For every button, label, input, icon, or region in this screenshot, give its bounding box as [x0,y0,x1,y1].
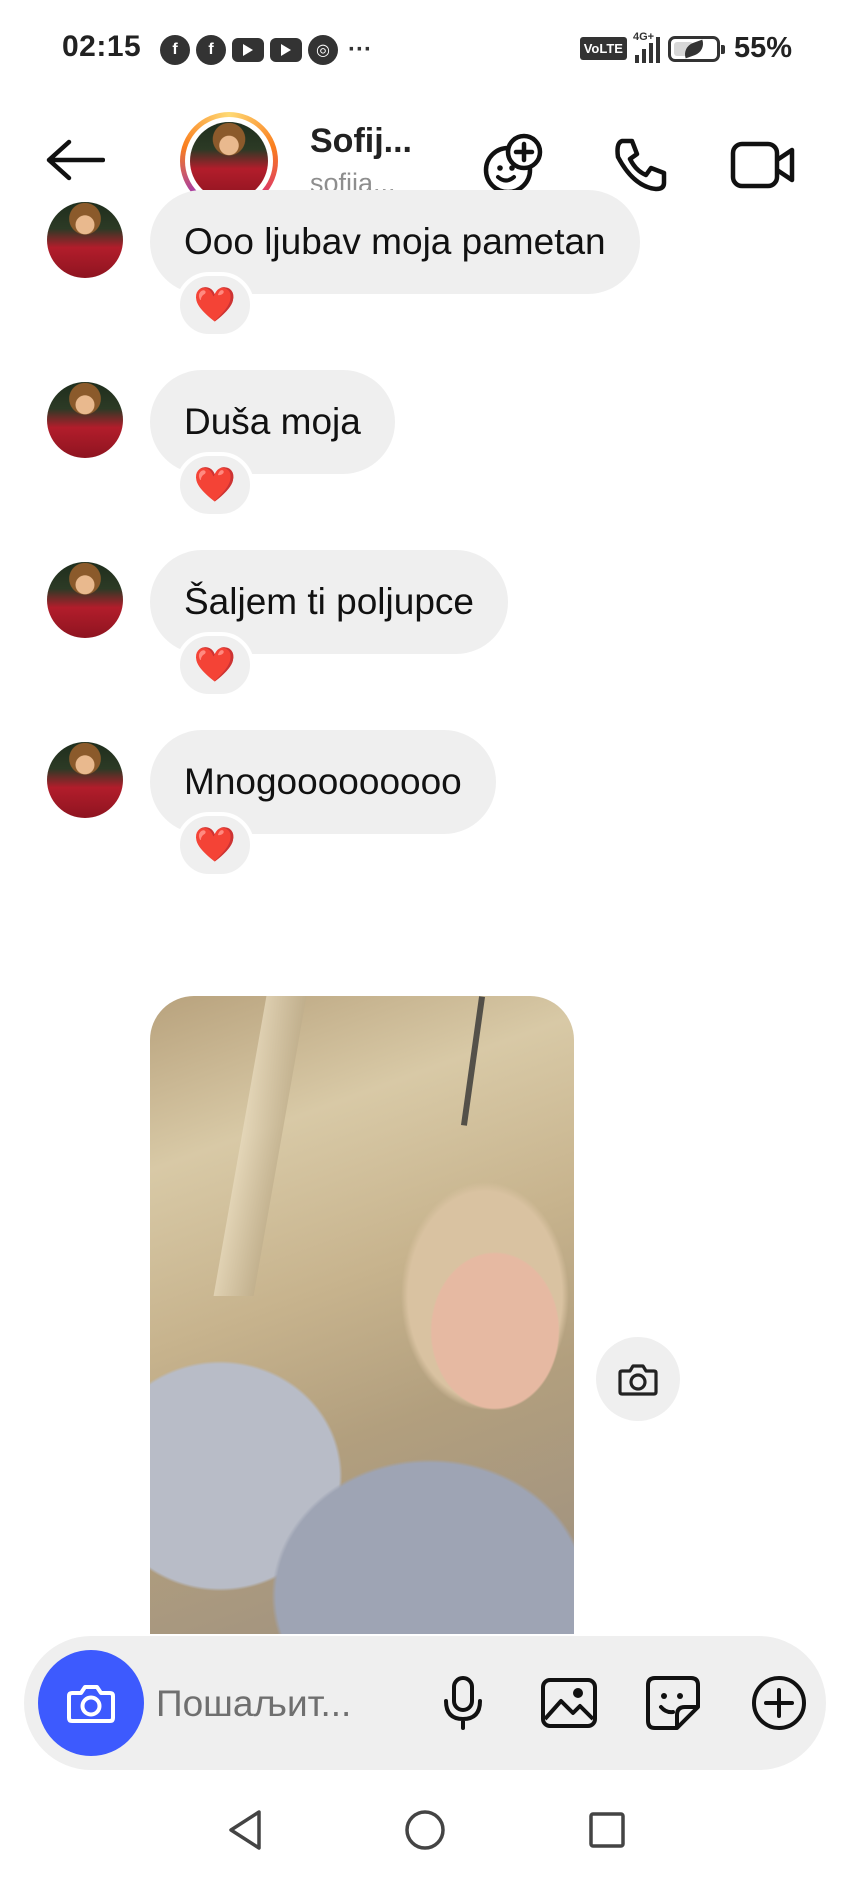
more-options-button[interactable] [744,1668,814,1738]
triangle-back-icon [229,1810,261,1850]
signal-icon: 4G+ [633,31,660,63]
heart-reaction[interactable]: ❤️ [176,452,254,518]
sticker-button[interactable] [638,1668,708,1738]
plus-circle-icon [752,1676,806,1730]
circle-home-icon [405,1810,445,1850]
photo-camera-button[interactable] [596,1337,680,1421]
voice-message-button[interactable] [428,1668,498,1738]
face-plus-icon [483,133,543,195]
message-bubble[interactable]: Duša moja [150,370,395,474]
video-call-button[interactable] [728,130,798,200]
more-notifications-icon: ··· [348,36,372,63]
youtube-icon [270,38,302,62]
heart-icon: ❤️ [193,646,237,684]
message-composer [24,1636,826,1770]
battery-icon [667,35,725,62]
back-button[interactable] [40,130,110,190]
sender-avatar[interactable] [47,202,123,278]
video-camera-icon [730,141,795,189]
heart-reaction[interactable]: ❤️ [176,812,254,878]
sender-avatar[interactable] [47,562,123,638]
sender-avatar[interactable] [47,382,123,458]
chrome-icon: ◎ [308,35,338,65]
sender-avatar[interactable] [47,742,123,818]
gallery-button[interactable] [534,1668,604,1738]
photo-message[interactable] [150,996,574,1634]
youtube-icon [232,38,264,62]
camera-icon [618,1364,658,1396]
nav-recents-button[interactable] [577,1800,637,1860]
network-type: 4G+ [632,30,655,43]
microphone-icon [444,1676,482,1730]
battery-percent: 55% [733,32,792,64]
image-icon [541,1678,597,1728]
facebook-icon: f [196,35,226,65]
sticker-icon [646,1676,700,1730]
system-nav-bar [0,1786,850,1881]
heart-reaction[interactable]: ❤️ [176,272,254,338]
voice-call-button[interactable] [605,130,675,200]
nav-home-button[interactable] [395,1800,455,1860]
avatar [190,122,268,200]
phone-icon [615,138,667,192]
nav-back-button[interactable] [215,1800,275,1860]
message-thread[interactable]: Ooo ljubav moja pametan ❤️ Duša moja ❤️ … [0,190,850,1634]
arrow-left-icon [46,139,105,181]
heart-icon: ❤️ [193,826,237,864]
heart-reaction[interactable]: ❤️ [176,632,254,698]
status-time: 02:15 [62,30,142,63]
square-recents-icon [589,1812,625,1848]
facebook-icon: f [160,35,190,65]
notification-icons: f f ◎ ··· [160,35,372,65]
heart-icon: ❤️ [193,466,237,504]
camera-button[interactable] [38,1650,144,1756]
camera-icon [67,1685,115,1723]
message-input[interactable] [156,1674,406,1734]
contact-name[interactable]: Sofij... [310,122,412,161]
status-bar: 02:15 f f ◎ ··· VoLTE 4G+ 55% [0,0,850,100]
status-indicators: VoLTE 4G+ 55% [579,31,792,65]
heart-icon: ❤️ [193,286,237,324]
volte-badge: VoLTE [579,37,627,60]
